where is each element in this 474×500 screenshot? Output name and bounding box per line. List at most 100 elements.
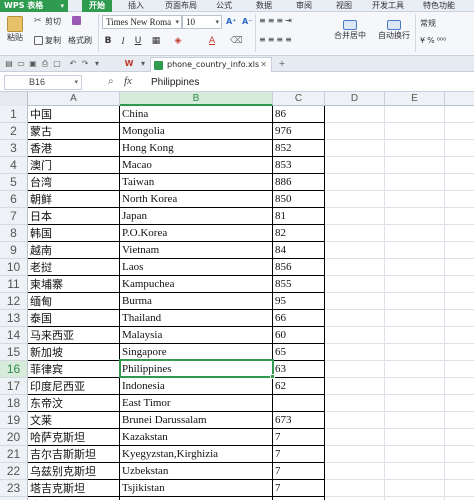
cell-country-code[interactable]: 63	[273, 361, 325, 378]
cell-country-code[interactable]: 7	[273, 429, 325, 446]
cell-empty[interactable]	[385, 242, 445, 259]
cell-empty[interactable]	[445, 225, 474, 242]
cell-country-code[interactable]: 86	[273, 106, 325, 123]
cell-empty[interactable]	[325, 191, 385, 208]
cell-country-code[interactable]: 65	[273, 344, 325, 361]
cell-empty[interactable]	[445, 446, 474, 463]
cell-english-name[interactable]: Vietnam	[120, 242, 273, 259]
number-format-buttons[interactable]: ¥ % ⁰⁰⁰	[420, 36, 446, 45]
cell-chinese-name[interactable]: 印度尼西亚	[28, 378, 120, 395]
row-header[interactable]: 2	[0, 123, 28, 140]
cell-chinese-name[interactable]: 泰国	[28, 310, 120, 327]
column-header-c[interactable]: C	[273, 92, 325, 106]
row-header[interactable]: 11	[0, 276, 28, 293]
cell-empty[interactable]	[445, 378, 474, 395]
cell-english-name[interactable]: Hong Kong	[120, 140, 273, 157]
cell-empty[interactable]	[445, 361, 474, 378]
new-file-icon[interactable]: ▤	[4, 59, 14, 69]
save-icon[interactable]: ▣	[28, 59, 38, 69]
cell-english-name[interactable]: Laos	[120, 259, 273, 276]
print-icon[interactable]: ⎙	[40, 59, 50, 69]
paste-button[interactable]: 粘贴	[3, 16, 27, 43]
clear-format-button[interactable]: ⌫	[230, 35, 243, 47]
cell-empty[interactable]	[385, 327, 445, 344]
italic-button[interactable]: I	[117, 35, 129, 47]
fx-icon[interactable]: fx	[124, 75, 132, 87]
preview-icon[interactable]: ▢	[52, 59, 62, 69]
cell-empty[interactable]	[445, 259, 474, 276]
column-header-b[interactable]: B	[120, 92, 273, 106]
column-header-e[interactable]: E	[385, 92, 445, 106]
row-header[interactable]: 9	[0, 242, 28, 259]
cell-english-name[interactable]: Uzbekstan	[120, 463, 273, 480]
format-painter-icon-button[interactable]	[72, 16, 81, 25]
tab-home[interactable]: 开始	[82, 0, 112, 12]
cell-english-name[interactable]: Philippines	[120, 361, 273, 378]
cell-empty[interactable]	[325, 276, 385, 293]
cell-country-code[interactable]: 95	[273, 293, 325, 310]
cell-country-code[interactable]: 81	[273, 208, 325, 225]
select-all-corner[interactable]	[0, 92, 28, 106]
cell-chinese-name[interactable]: 乌兹别克斯坦	[28, 463, 120, 480]
column-header-f[interactable]	[445, 92, 474, 106]
tab-formulas[interactable]: 公式	[212, 0, 236, 12]
cell-empty[interactable]	[445, 463, 474, 480]
cell-chinese-name[interactable]: 马来西亚	[28, 327, 120, 344]
cell-empty[interactable]	[385, 378, 445, 395]
column-header-d[interactable]: D	[325, 92, 385, 106]
cell-empty[interactable]	[385, 446, 445, 463]
cell-empty[interactable]	[385, 276, 445, 293]
cell-empty[interactable]	[385, 123, 445, 140]
cell-empty[interactable]	[325, 310, 385, 327]
cell-empty[interactable]	[385, 259, 445, 276]
cell-empty[interactable]	[445, 106, 474, 123]
cell-empty[interactable]	[445, 276, 474, 293]
cell-empty[interactable]	[445, 327, 474, 344]
cell-empty[interactable]	[385, 191, 445, 208]
grow-font-button[interactable]: A⁺	[226, 17, 236, 26]
merge-center-button[interactable]: 合并居中	[330, 20, 370, 41]
copy-button[interactable]: 复制	[34, 35, 61, 46]
cell-chinese-name[interactable]: 新加坡	[28, 344, 120, 361]
cell-empty[interactable]	[385, 140, 445, 157]
formula-input[interactable]: Philippines	[146, 75, 472, 90]
cell-empty[interactable]	[385, 344, 445, 361]
row-header[interactable]: 1	[0, 106, 28, 123]
cell-empty[interactable]	[445, 157, 474, 174]
cell-empty[interactable]	[325, 174, 385, 191]
cell-empty[interactable]	[445, 191, 474, 208]
cell-empty[interactable]	[445, 123, 474, 140]
row-header[interactable]: 3	[0, 140, 28, 157]
chevron-down-icon[interactable]: ▾	[138, 59, 148, 69]
tab-view[interactable]: 视图	[332, 0, 356, 12]
row-header[interactable]: 19	[0, 412, 28, 429]
cell-empty[interactable]	[325, 259, 385, 276]
row-header[interactable]: 12	[0, 293, 28, 310]
chevron-down-icon[interactable]: ▾	[92, 59, 102, 69]
cell-empty[interactable]	[385, 480, 445, 497]
cell-chinese-name[interactable]: 塔吉克斯坦	[28, 480, 120, 497]
number-format-select[interactable]: 常规	[420, 18, 436, 29]
row-header[interactable]: 15	[0, 344, 28, 361]
cell-country-code[interactable]: 852	[273, 140, 325, 157]
row-header[interactable]: 18	[0, 395, 28, 412]
shrink-font-button[interactable]: A⁻	[242, 17, 252, 26]
tab-insert[interactable]: 插入	[124, 0, 148, 12]
underline-button[interactable]: U	[132, 35, 144, 47]
cell-chinese-name[interactable]: 文莱	[28, 412, 120, 429]
format-painter-button[interactable]: 格式刷	[68, 35, 92, 46]
cell-empty[interactable]	[385, 293, 445, 310]
open-folder-icon[interactable]: ▭	[16, 59, 26, 69]
cell-country-code[interactable]: 886	[273, 174, 325, 191]
cell-chinese-name[interactable]: 香港	[28, 140, 120, 157]
cell-english-name[interactable]: Kyegyzstan,Kirghizia	[120, 446, 273, 463]
cell-empty[interactable]	[385, 429, 445, 446]
cell-chinese-name[interactable]: 澳门	[28, 157, 120, 174]
cell-empty[interactable]	[385, 361, 445, 378]
cell-empty[interactable]	[325, 378, 385, 395]
border-button[interactable]: ▦	[150, 35, 162, 47]
cell-empty[interactable]	[445, 208, 474, 225]
cell-english-name[interactable]: Indonesia	[120, 378, 273, 395]
cell-country-code[interactable]: 673	[273, 412, 325, 429]
cell-empty[interactable]	[445, 344, 474, 361]
